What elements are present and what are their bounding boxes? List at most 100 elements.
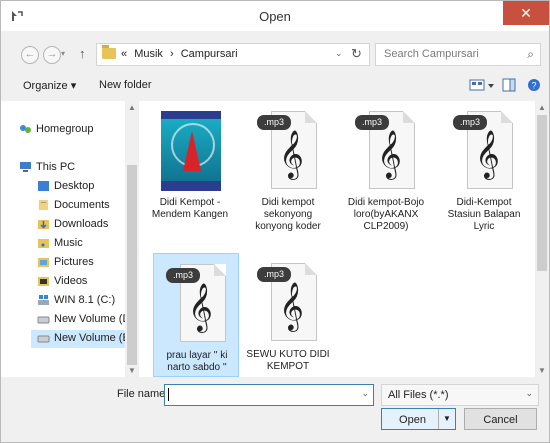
mp3-file-icon: .mp3 𝄞 <box>166 262 228 342</box>
file-item[interactable]: .mp3 𝄞 SEWU KUTO DIDI KEMPOT <box>245 253 331 377</box>
mp3-file-icon: .mp3 𝄞 <box>453 109 515 189</box>
scroll-thumb[interactable] <box>537 115 547 271</box>
sidebar-item-label: WIN 8.1 (C:) <box>54 294 116 306</box>
address-bar[interactable]: « Musik › Campursari ⌄ ↻ <box>96 43 370 66</box>
treble-clef-icon: 𝄞 <box>279 129 304 178</box>
album-art-thumbnail <box>159 109 221 191</box>
sidebar-item-label: Homegroup <box>36 123 94 135</box>
close-button[interactable]: ✕ <box>503 1 549 25</box>
file-type-tag: .mp3 <box>166 268 200 283</box>
documents-icon <box>39 200 48 210</box>
address-row: ← → ▾ ↑ « Musik › Campursari ⌄ ↻ Search … <box>1 37 549 71</box>
scroll-up-icon[interactable]: ▲ <box>538 103 546 112</box>
file-name-panel: File name: ⌄ All Files (*.*) ⌄ Open ▼ Ca… <box>1 379 549 442</box>
up-button[interactable]: ↑ <box>79 46 86 61</box>
forward-button[interactable]: → <box>43 46 61 64</box>
open-button-label: Open <box>399 414 426 426</box>
preview-pane-icon[interactable] <box>501 78 517 92</box>
chevron-down-icon[interactable]: ⌄ <box>361 388 369 399</box>
scroll-down-icon[interactable]: ▼ <box>538 366 546 375</box>
homegroup-icon <box>20 125 31 133</box>
file-caption: Didi kempot sekonyong konyong koder <box>255 197 321 232</box>
sidebar-item-label: New Volume (E:) <box>54 332 125 344</box>
file-caption: SEWU KUTO DIDI KEMPOT <box>246 349 330 372</box>
navigation-scrollbar[interactable]: ▲ ▼ <box>125 101 139 377</box>
address-dropdown[interactable]: ⌄ <box>335 48 343 59</box>
sidebar-item-label: Documents <box>54 199 110 211</box>
file-caption: Didi-Kempot Stasiun Balapan Lyric <box>447 197 521 232</box>
recent-locations-dropdown[interactable]: ▾ <box>61 49 65 58</box>
drive-icon <box>37 316 50 324</box>
navigation-pane: Homegroup This PC Desktop Documents Down… <box>1 101 125 377</box>
sidebar-item-drive-e[interactable]: New Volume (E:) <box>31 330 125 348</box>
pictures-icon <box>38 258 49 267</box>
file-name-field[interactable]: ⌄ <box>164 384 374 406</box>
text-caret <box>168 388 169 401</box>
scroll-thumb[interactable] <box>127 165 137 365</box>
breadcrumb-campursari[interactable]: Campursari <box>181 48 238 60</box>
file-item[interactable]: Didi Kempot - Mendem Kangen <box>147 101 233 226</box>
sidebar-item-label: Downloads <box>54 218 109 230</box>
scroll-up-icon[interactable]: ▲ <box>128 103 136 112</box>
file-item[interactable]: .mp3 𝄞 Didi kempot-Bojo loro(byAKANX CLP… <box>343 101 429 232</box>
chevron-down-icon[interactable]: ⌄ <box>525 388 533 399</box>
drive-icon <box>37 335 50 343</box>
treble-clef-icon: 𝄞 <box>279 281 304 330</box>
file-name-label: File name: <box>117 388 169 400</box>
breadcrumb-overflow[interactable]: « <box>121 48 127 60</box>
sidebar-item-label: Pictures <box>54 256 94 268</box>
search-input[interactable]: Search Campursari ⌕ <box>375 43 541 66</box>
file-caption: Didi kempot-Bojo loro(byAKANX CLP2009) <box>347 197 425 232</box>
breadcrumb: « Musik › Campursari <box>121 48 242 60</box>
organize-button[interactable]: Organize ▾ <box>23 79 76 92</box>
file-item[interactable]: .mp3 𝄞 Didi kempot sekonyong konyong kod… <box>245 101 331 232</box>
file-list-scrollbar[interactable]: ▲ ▼ <box>535 101 549 377</box>
file-type-filter-value: All Files (*.*) <box>388 389 449 401</box>
scroll-down-icon[interactable]: ▼ <box>128 366 136 375</box>
open-options-dropdown[interactable]: ▼ <box>438 409 455 429</box>
open-button[interactable]: Open ▼ <box>381 408 456 430</box>
treble-clef-icon: 𝄞 <box>188 282 213 331</box>
toolbar: Organize ▾ New folder ? <box>1 73 549 99</box>
cancel-button[interactable]: Cancel <box>464 408 537 430</box>
help-icon[interactable]: ? <box>526 78 542 92</box>
breadcrumb-musik[interactable]: Musik <box>134 48 163 60</box>
folder-icon <box>102 45 116 59</box>
file-item[interactable]: .mp3 𝄞 Didi-Kempot Stasiun Balapan Lyric <box>441 101 527 232</box>
drive-icon <box>38 295 49 305</box>
view-options-icon[interactable] <box>469 78 485 92</box>
file-type-tag: .mp3 <box>257 115 291 130</box>
file-list: Didi Kempot - Mendem Kangen .mp3 𝄞 Didi … <box>139 101 535 377</box>
open-dialog: Open ✕ ← → ▾ ↑ « Musik › Campursari ⌄ ↻ … <box>0 0 550 443</box>
file-caption: Didi Kempot - Mendem Kangen <box>151 197 229 220</box>
file-caption: prau layar '' ki narto sabdo '' <box>166 350 228 373</box>
mp3-file-icon: .mp3 𝄞 <box>257 261 319 341</box>
search-icon[interactable]: ⌕ <box>527 47 534 62</box>
sidebar-item-label: Desktop <box>54 180 95 192</box>
desktop-icon <box>38 181 49 191</box>
mp3-file-icon: .mp3 𝄞 <box>355 109 417 189</box>
sidebar-item-label: Videos <box>54 275 88 287</box>
sidebar-item-label: Music <box>54 237 83 249</box>
view-dropdown-icon[interactable] <box>486 78 496 92</box>
file-type-tag: .mp3 <box>453 115 487 130</box>
window-title: Open <box>259 9 291 24</box>
back-button[interactable]: ← <box>21 46 39 64</box>
sidebar-item-label: This PC <box>36 161 76 173</box>
videos-icon <box>38 277 49 286</box>
downloads-icon <box>38 220 49 229</box>
breadcrumb-separator[interactable]: › <box>170 48 174 60</box>
new-folder-button[interactable]: New folder <box>99 79 152 91</box>
file-type-filter[interactable]: All Files (*.*) ⌄ <box>381 384 539 406</box>
title-bar: Open ✕ <box>1 1 549 31</box>
refresh-icon[interactable]: ↻ <box>351 46 362 62</box>
file-type-tag: .mp3 <box>355 115 389 130</box>
treble-clef-icon: 𝄞 <box>377 129 402 178</box>
computer-icon <box>20 162 31 172</box>
mp3-file-icon: .mp3 𝄞 <box>257 109 319 189</box>
file-type-tag: .mp3 <box>257 267 291 282</box>
music-icon <box>38 239 49 248</box>
file-item[interactable]: .mp3 𝄞 prau layar '' ki narto sabdo '' <box>153 253 239 377</box>
search-placeholder: Search Campursari <box>384 48 479 60</box>
sidebar-item-label: New Volume (D:) <box>54 313 125 325</box>
